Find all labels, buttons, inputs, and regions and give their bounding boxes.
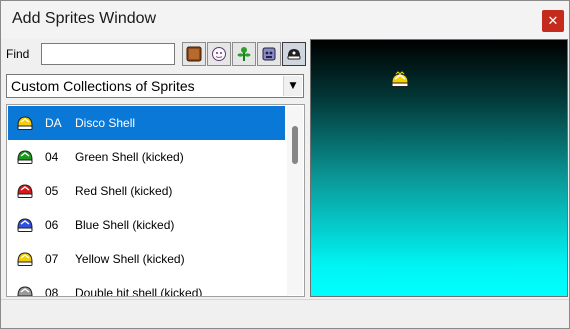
disco-shell-icon [17,116,33,130]
brick-block-icon [186,46,202,62]
sprite-name: Disco Shell [75,116,136,130]
list-item[interactable]: 07 Yellow Shell (kicked) [8,242,285,276]
window-title: Add Sprites Window [12,10,157,27]
sprite-name: Blue Shell (kicked) [75,218,175,232]
disco-shell-icon [391,71,409,87]
chevron-down-icon[interactable]: ▼ [283,76,302,96]
sprite-code: 07 [45,252,59,266]
sprite-name: Green Shell (kicked) [75,150,184,164]
sprite-code: DA [45,116,62,130]
shell-icon [287,49,301,60]
boo-ghost-button[interactable] [207,42,231,66]
list-item[interactable]: DA Disco Shell [8,106,285,140]
shell-button[interactable] [282,42,306,66]
piranha-plant-button[interactable] [232,42,256,66]
red-shell-icon [17,184,33,198]
collection-dropdown[interactable]: Custom Collections of Sprites ▼ [6,74,304,98]
find-label: Find [6,47,30,61]
list-item[interactable]: 06 Blue Shell (kicked) [8,208,285,242]
find-input[interactable] [41,43,175,65]
yellow-shell-icon [17,252,33,266]
thwomp-icon [262,47,276,61]
sprite-preview[interactable] [310,39,568,297]
sprite-list[interactable]: DA Disco Shell 04 Green Shell (kicked) 05 Red… [6,104,305,297]
gray-shell-icon [17,286,33,296]
status-bar [1,299,569,328]
list-item[interactable]: 08 Double hit shell (kicked) [8,276,285,297]
green-shell-icon [17,150,33,164]
close-icon: ✕ [547,13,559,29]
brick-block-button[interactable] [182,42,206,66]
sprite-name: Yellow Shell (kicked) [75,252,185,266]
boo-ghost-icon [212,47,226,61]
blue-shell-icon [17,218,33,232]
collection-selected: Custom Collections of Sprites [11,78,195,94]
list-item[interactable]: 04 Green Shell (kicked) [8,140,285,174]
sprite-code: 04 [45,150,59,164]
close-button[interactable]: ✕ [542,10,564,32]
sprite-code: 05 [45,184,59,198]
thwomp-button[interactable] [257,42,281,66]
add-sprites-window: Add Sprites Window ✕ Find Custom Collect… [0,0,570,329]
sprite-name: Double hit shell (kicked) [75,286,203,297]
list-item[interactable]: 05 Red Shell (kicked) [8,174,285,208]
piranha-plant-icon [237,47,251,61]
sprite-name: Red Shell (kicked) [75,184,173,198]
title-bar[interactable]: Add Sprites Window ✕ [1,1,569,39]
sprite-code: 06 [45,218,59,232]
list-scrollbar[interactable] [287,106,303,295]
scrollbar-thumb[interactable] [292,126,298,164]
sprite-code: 08 [45,286,59,297]
